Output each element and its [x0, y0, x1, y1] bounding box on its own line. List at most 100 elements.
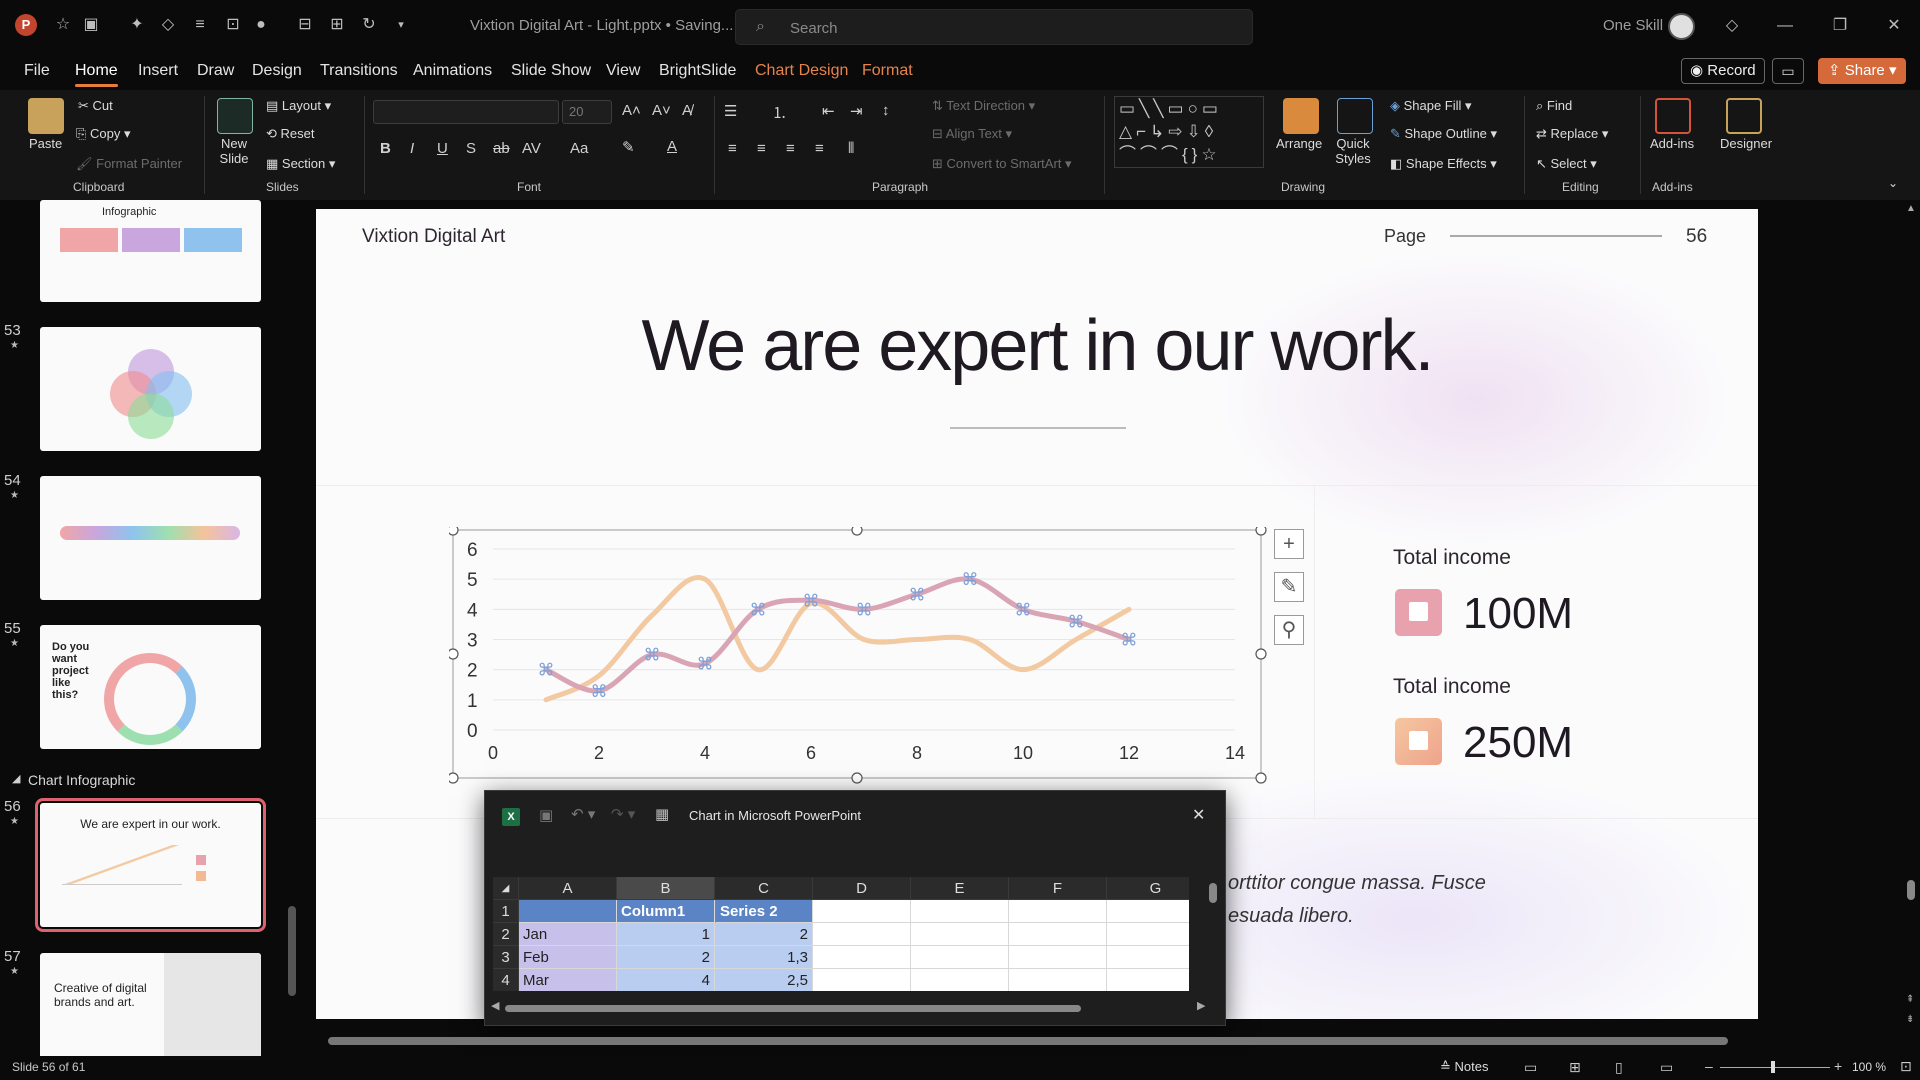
save-icon[interactable]: ▣	[80, 14, 102, 36]
income-value[interactable]: 250M	[1463, 718, 1573, 768]
spreadsheet-vscrollbar[interactable]	[1209, 883, 1217, 903]
income-value[interactable]: 100M	[1463, 589, 1573, 639]
tab-transitions[interactable]: Transitions	[320, 62, 398, 80]
cell[interactable]	[1107, 946, 1189, 969]
copy-button[interactable]: ⎘ Copy ▾	[76, 126, 131, 142]
avatar[interactable]	[1668, 13, 1695, 40]
scroll-up-icon[interactable]: ▲	[1906, 203, 1916, 214]
cell[interactable]: 1,3	[715, 946, 813, 969]
shape-outline-button[interactable]: ✎ Shape Outline ▾	[1390, 126, 1497, 142]
reset-button[interactable]: ⟲ Reset	[266, 126, 314, 142]
cell[interactable]	[1107, 969, 1189, 991]
column-header[interactable]: B	[617, 877, 715, 900]
user-name[interactable]: One Skill	[1603, 17, 1663, 34]
align-left-icon[interactable]: ≡	[728, 140, 737, 157]
save-icon[interactable]: ▣	[539, 806, 553, 824]
close-icon[interactable]: ✕	[1192, 805, 1205, 825]
convert-smartart-button[interactable]: ⊞ Convert to SmartArt ▾	[932, 156, 1072, 172]
chart-filters-button[interactable]: ⚲	[1274, 615, 1304, 645]
cell[interactable]	[911, 900, 1009, 923]
touch-mode-icon[interactable]: ✦	[126, 14, 148, 36]
decrease-indent-icon[interactable]: ⇤	[822, 102, 835, 120]
comments-button[interactable]: ▭	[1772, 58, 1804, 84]
quick-styles-icon[interactable]	[1337, 98, 1373, 134]
cell[interactable]	[1107, 923, 1189, 946]
collapse-ribbon-icon[interactable]: ⌄	[1888, 176, 1898, 190]
spreadsheet-grid[interactable]: ◢ A B C D E F G 1 Column1 Series 2 2 Jan 1 2 3 Feb 2 1,3 4 M…	[493, 877, 1189, 991]
restore-icon[interactable]: ❐	[1826, 14, 1854, 38]
align-right-icon[interactable]: ≡	[786, 140, 795, 157]
search-box[interactable]: ⌕ Search	[735, 9, 1253, 45]
next-slide-icon[interactable]: ⇟	[1906, 1014, 1914, 1025]
cell[interactable]: Column1	[617, 900, 715, 923]
body-text[interactable]: orttitor congue massa. Fusce esuada libe…	[1228, 867, 1486, 933]
format-painter-button[interactable]: 🖌 Format Painter	[76, 156, 182, 172]
add-ins-icon[interactable]	[1655, 98, 1691, 134]
tab-animations[interactable]: Animations	[413, 62, 492, 80]
close-icon[interactable]: ✕	[1880, 14, 1908, 38]
page-number[interactable]: 56	[1686, 226, 1707, 248]
text-direction-button[interactable]: ⇅ Text Direction ▾	[932, 98, 1035, 114]
shadow-icon[interactable]: S	[466, 140, 476, 157]
bold-icon[interactable]: B	[380, 140, 391, 157]
shapes-gallery[interactable]: ▭╲╲▭○▭ △⌐↳⇨⇩◊ ⌒⌒⌒{}☆	[1114, 96, 1264, 168]
cell[interactable]: 2	[715, 923, 813, 946]
new-slide-icon[interactable]	[217, 98, 253, 134]
clear-format-icon[interactable]: A̸	[682, 102, 692, 119]
char-spacing-icon[interactable]: AV	[522, 140, 541, 157]
replace-button[interactable]: ⇄ Replace ▾	[1536, 126, 1608, 142]
numbering-icon[interactable]: ⒈	[772, 102, 787, 123]
slideshow-icon[interactable]: ▭	[1660, 1059, 1673, 1076]
cell[interactable]: 1	[617, 923, 715, 946]
row-header[interactable]: 3	[493, 946, 519, 969]
arrange-button[interactable]: Arrange	[1276, 136, 1322, 151]
cell[interactable]	[1009, 969, 1107, 991]
search-input[interactable]: Search	[790, 20, 838, 37]
shape-effects-button[interactable]: ◧ Shape Effects ▾	[1390, 156, 1497, 172]
scroll-left-icon[interactable]: ◀	[491, 999, 499, 1012]
section-collapse-icon[interactable]: ◢	[12, 772, 20, 785]
font-size-field[interactable]: 20	[562, 100, 612, 124]
autosave-icon[interactable]: ☆	[52, 14, 74, 36]
column-header[interactable]: D	[813, 877, 911, 900]
align-text-button[interactable]: ⊟ Align Text ▾	[932, 126, 1012, 142]
slide-sorter-icon[interactable]: ⊞	[1569, 1059, 1581, 1076]
bullets-icon[interactable]: ☰	[724, 102, 737, 120]
undo-icon[interactable]: ↶ ▾	[571, 805, 595, 823]
paste-button[interactable]: Paste	[29, 136, 62, 151]
slide-thumbnail-selected[interactable]: We are expert in our work.	[35, 798, 266, 932]
slide-thumbnail[interactable]: Infographic	[40, 200, 261, 302]
row-header[interactable]: 1	[493, 900, 519, 923]
zoom-in-icon[interactable]: +	[1834, 1058, 1842, 1074]
distribute-icon[interactable]: ⊞	[326, 14, 348, 36]
italic-icon[interactable]: I	[410, 140, 414, 157]
font-color-icon[interactable]: A	[667, 138, 677, 155]
document-title[interactable]: Vixtion Digital Art - Light.pptx • Savin…	[470, 17, 733, 34]
grow-font-icon[interactable]: A˄	[622, 102, 641, 119]
column-header[interactable]: A	[519, 877, 617, 900]
hscroll-thumb[interactable]	[328, 1037, 1728, 1045]
row-header[interactable]: 2	[493, 923, 519, 946]
fit-slide-icon[interactable]: ⊡	[1900, 1058, 1912, 1075]
section-button[interactable]: ▦ Section ▾	[266, 156, 335, 172]
zoom-level[interactable]: 100 %	[1852, 1060, 1886, 1074]
tab-draw[interactable]: Draw	[197, 62, 234, 80]
cell[interactable]	[813, 900, 911, 923]
chart-styles-button[interactable]: ✎	[1274, 572, 1304, 602]
slide-thumbnail[interactable]	[40, 327, 261, 451]
notes-button[interactable]: ≙ Notes	[1440, 1059, 1488, 1075]
cell[interactable]	[1107, 900, 1189, 923]
slide-thumbnail[interactable]	[40, 476, 261, 600]
slide-vscrollbar[interactable]	[1907, 880, 1915, 900]
align-icon[interactable]: ≡	[189, 14, 211, 36]
slide-title[interactable]: We are expert in our work.	[316, 305, 1758, 387]
cell[interactable]	[1009, 923, 1107, 946]
select-all-corner[interactable]: ◢	[493, 877, 519, 900]
crop-icon[interactable]: ⊡	[222, 14, 244, 36]
tab-chart-design[interactable]: Chart Design	[755, 62, 848, 80]
cell[interactable]: 4	[617, 969, 715, 991]
shrink-font-icon[interactable]: A˅	[652, 102, 671, 119]
layout-button[interactable]: ▤ Layout ▾	[266, 98, 331, 114]
align-center-icon[interactable]: ⊟	[294, 14, 316, 36]
tab-insert[interactable]: Insert	[138, 62, 178, 80]
